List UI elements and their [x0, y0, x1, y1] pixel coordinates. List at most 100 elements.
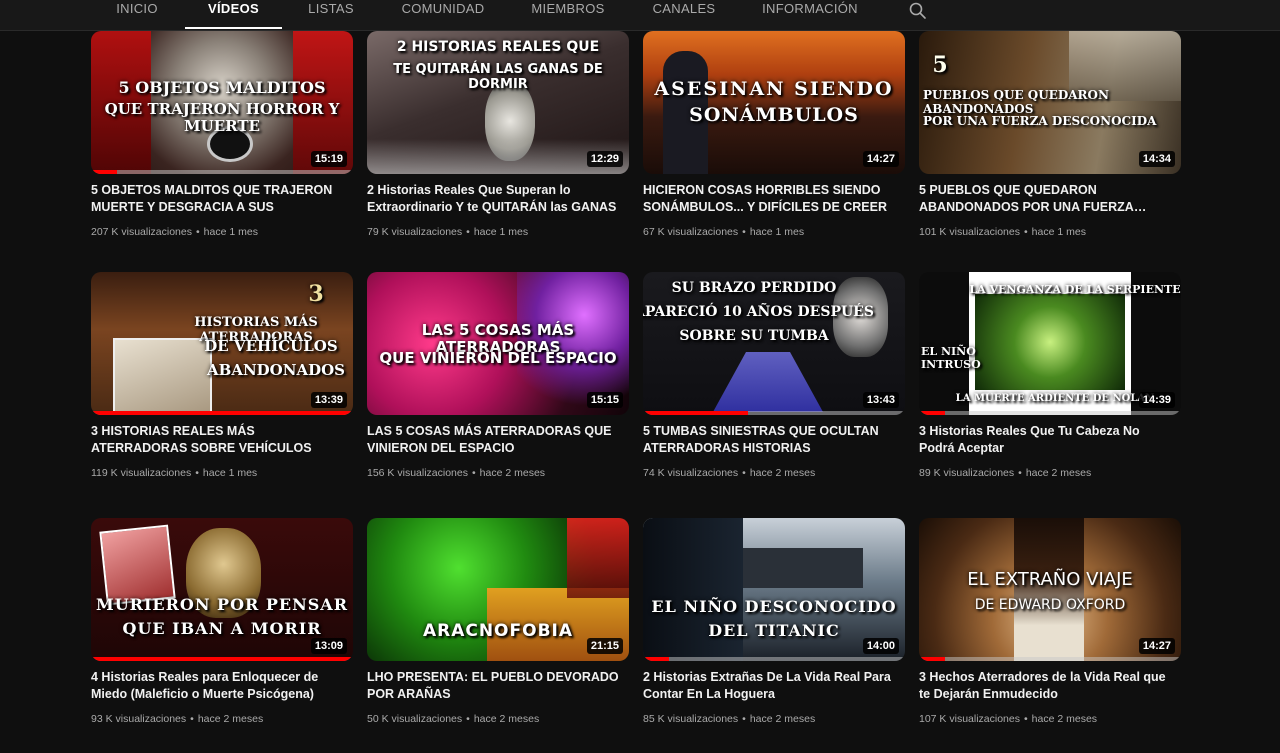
video-thumbnail[interactable]: EL NIÑO DESCONOCIDO DEL TITANIC 14:00: [643, 518, 905, 661]
duration-badge: 15:19: [310, 151, 347, 167]
video-meta: 156 K visualizaciones • hace 2 meses: [367, 467, 546, 479]
upload-age: hace 1 mes: [203, 226, 258, 238]
tab-canales[interactable]: CANALES: [645, 0, 723, 29]
video-grid: 5 OBJETOS MALDITOS QUE TRAJERON HORROR Y…: [0, 0, 1280, 725]
duration-badge: 14:00: [862, 638, 899, 654]
tab-informacion[interactable]: INFORMACIÓN: [756, 0, 864, 29]
video-thumbnail[interactable]: EL EXTRAÑO VIAJE DE EDWARD OXFORD 14:27: [919, 518, 1181, 661]
tab-inicio[interactable]: INICIO: [106, 0, 168, 29]
thumb-text: QUE TRAJERON HORROR Y MUERTE: [104, 100, 340, 136]
duration-badge: 21:15: [586, 638, 623, 654]
watch-progress: [91, 411, 353, 415]
thumb-text: PUEBLOS QUE QUEDARON ABANDONADOS: [923, 88, 1109, 116]
video-title[interactable]: 3 Hechos Aterradores de la Vida Real que…: [919, 669, 1177, 703]
thumb-text: SU BRAZO PERDIDO: [671, 280, 837, 296]
tab-miembros[interactable]: MIEMBROS: [525, 0, 611, 29]
tab-listas[interactable]: LISTAS: [300, 0, 362, 29]
video-thumbnail[interactable]: 5 OBJETOS MALDITOS QUE TRAJERON HORROR Y…: [91, 31, 353, 174]
video-title[interactable]: 4 Historias Reales para Enloquecer de Mi…: [91, 669, 349, 703]
thumb-text: ASESINAN SIENDO: [654, 78, 894, 100]
video-card[interactable]: MURIERON POR PENSAR QUE IBAN A MORIR 13:…: [91, 518, 353, 753]
upload-age: hace 2 meses: [1031, 713, 1098, 725]
search-icon: [909, 2, 926, 19]
video-title[interactable]: 5 TUMBAS SINIESTRAS QUE OCULTAN ATERRADO…: [643, 423, 901, 457]
video-title[interactable]: 5 PUEBLOS QUE QUEDARON ABANDONADOS POR U…: [919, 182, 1177, 216]
tab-videos[interactable]: VÍDEOS: [185, 0, 282, 29]
video-meta: 107 K visualizaciones • hace 2 meses: [919, 713, 1098, 725]
thumb-text: LA MUERTE ARDIENTE DE NOLAN: [955, 393, 1155, 404]
view-count: 101 K visualizaciones: [919, 226, 1020, 238]
thumb-text: DE VEHÍCULOS: [204, 337, 338, 355]
view-count: 89 K visualizaciones: [919, 467, 1015, 479]
video-thumbnail[interactable]: ARACNOFOBIA 21:15: [367, 518, 629, 661]
thumb-text: 5 OBJETOS MALDITOS: [118, 78, 326, 97]
video-card[interactable]: LAS 5 COSAS MÁS ATERRADORAS QUE VINIERON…: [367, 272, 629, 507]
thumb-text: EL EXTRAÑO VIAJE: [967, 569, 1133, 590]
video-card[interactable]: ARACNOFOBIA 21:15 LHO PRESENTA: EL PUEBL…: [367, 518, 629, 753]
thumb-text: 2 HISTORIAS REALES QUE: [396, 39, 600, 55]
progress-fill: [919, 411, 946, 415]
video-card[interactable]: EL EXTRAÑO VIAJE DE EDWARD OXFORD 14:27 …: [919, 518, 1181, 753]
thumb-art: [975, 294, 1125, 390]
video-thumbnail[interactable]: 2 HISTORIAS REALES QUE TE QUITARÁN LAS G…: [367, 31, 629, 174]
video-thumbnail[interactable]: ASESINAN SIENDO SONÁMBULOS 14:27: [643, 31, 905, 174]
view-count: 67 K visualizaciones: [643, 226, 739, 238]
video-card[interactable]: 5 OBJETOS MALDITOS QUE TRAJERON HORROR Y…: [91, 31, 353, 266]
video-card[interactable]: LA VENGANZA DE LA SERPIENTE EL NIÑO INTR…: [919, 272, 1181, 507]
video-meta: 67 K visualizaciones • hace 1 mes: [643, 226, 805, 238]
duration-badge: 13:43: [862, 392, 899, 408]
video-card[interactable]: ASESINAN SIENDO SONÁMBULOS 14:27 HICIERO…: [643, 31, 905, 266]
thumb-art: [99, 524, 176, 606]
video-title[interactable]: 3 HISTORIAS REALES MÁS ATERRADORAS SOBRE…: [91, 423, 349, 457]
video-card[interactable]: 2 HISTORIAS REALES QUE TE QUITARÁN LAS G…: [367, 31, 629, 266]
channel-search-button[interactable]: [906, 0, 930, 22]
video-card[interactable]: 5 PUEBLOS QUE QUEDARON ABANDONADOS POR U…: [919, 31, 1181, 266]
duration-badge: 12:29: [586, 151, 623, 167]
view-count: 119 K visualizaciones: [91, 467, 192, 479]
duration-badge: 14:27: [1138, 638, 1175, 654]
watch-progress: [91, 170, 353, 174]
watch-progress: [643, 657, 905, 661]
video-title[interactable]: 2 Historias Reales Que Superan lo Extrao…: [367, 182, 625, 216]
thumb-text: ABANDONADOS: [207, 361, 345, 379]
tab-comunidad[interactable]: COMUNIDAD: [395, 0, 491, 29]
video-card[interactable]: EL NIÑO DESCONOCIDO DEL TITANIC 14:00 2 …: [643, 518, 905, 753]
video-thumbnail[interactable]: LAS 5 COSAS MÁS ATERRADORAS QUE VINIERON…: [367, 272, 629, 415]
thumb-text: MURIERON POR PENSAR: [95, 595, 349, 614]
thumb-text: SOBRE SU TUMBA: [679, 328, 829, 344]
video-meta: 119 K visualizaciones • hace 1 mes: [91, 467, 258, 479]
view-count: 207 K visualizaciones: [91, 226, 192, 238]
upload-age: hace 2 meses: [749, 467, 816, 479]
video-card[interactable]: SU BRAZO PERDIDO APARECIÓ 10 AÑOS DESPUÉ…: [643, 272, 905, 507]
video-title[interactable]: LAS 5 COSAS MÁS ATERRADORAS QUE VINIERON…: [367, 423, 625, 457]
video-meta: 79 K visualizaciones • hace 1 mes: [367, 226, 529, 238]
video-title[interactable]: HICIERON COSAS HORRIBLES SIENDO SONÁMBUL…: [643, 182, 901, 216]
video-meta: 50 K visualizaciones • hace 2 meses: [367, 713, 540, 725]
video-thumbnail[interactable]: MURIERON POR PENSAR QUE IBAN A MORIR 13:…: [91, 518, 353, 661]
video-meta: 89 K visualizaciones • hace 2 meses: [919, 467, 1092, 479]
upload-age: hace 1 mes: [473, 226, 529, 238]
thumb-text: SONÁMBULOS: [689, 104, 859, 126]
video-thumbnail[interactable]: SU BRAZO PERDIDO APARECIÓ 10 AÑOS DESPUÉ…: [643, 272, 905, 415]
video-thumbnail[interactable]: LA VENGANZA DE LA SERPIENTE EL NIÑO INTR…: [919, 272, 1181, 415]
thumb-text: 3: [308, 281, 324, 307]
video-title[interactable]: LHO PRESENTA: EL PUEBLO DEVORADO POR ARA…: [367, 669, 625, 703]
video-title[interactable]: 5 OBJETOS MALDITOS QUE TRAJERON MUERTE Y…: [91, 182, 349, 216]
progress-fill: [643, 657, 670, 661]
video-meta: 85 K visualizaciones • hace 2 meses: [643, 713, 816, 725]
video-title[interactable]: 3 Historias Reales Que Tu Cabeza No Podr…: [919, 423, 1177, 457]
duration-badge: 15:15: [586, 392, 623, 408]
video-thumbnail[interactable]: 3 HISTORIAS MÁS ATERRADORAS DE VEHÍCULOS…: [91, 272, 353, 415]
watch-progress: [919, 411, 1181, 415]
video-title[interactable]: 2 Historias Extrañas De La Vida Real Par…: [643, 669, 901, 703]
video-card[interactable]: 3 HISTORIAS MÁS ATERRADORAS DE VEHÍCULOS…: [91, 272, 353, 507]
progress-fill: [643, 411, 748, 415]
video-meta: 207 K visualizaciones • hace 1 mes: [91, 226, 258, 238]
video-meta: 74 K visualizaciones • hace 2 meses: [643, 467, 816, 479]
video-thumbnail[interactable]: 5 PUEBLOS QUE QUEDARON ABANDONADOS POR U…: [919, 31, 1181, 174]
view-count: 85 K visualizaciones: [643, 713, 739, 725]
duration-badge: 13:09: [310, 638, 347, 654]
thumb-text: POR UNA FUERZA DESCONOCIDA: [923, 114, 1157, 128]
channel-tabs: INICIO VÍDEOS LISTAS COMUNIDAD MIEMBROS …: [0, 0, 1280, 31]
thumb-text: TE QUITARÁN LAS GANAS DE DORMIR: [393, 62, 603, 92]
